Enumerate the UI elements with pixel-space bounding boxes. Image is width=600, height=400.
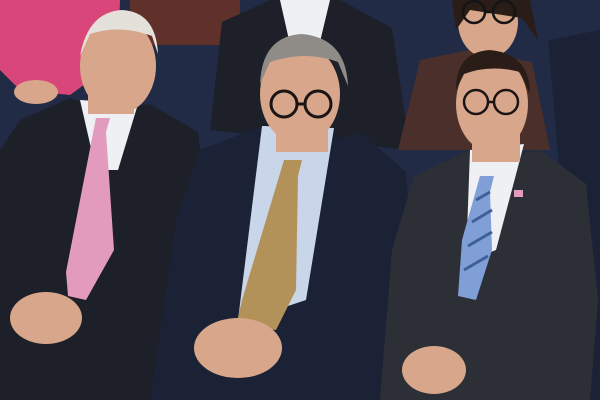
clasped-hands — [402, 346, 466, 394]
clasped-hands — [10, 292, 82, 344]
photo-scene — [0, 0, 600, 400]
photo — [0, 0, 600, 400]
hand — [14, 80, 58, 104]
folded-hands — [194, 318, 282, 378]
flag-pin-icon — [514, 190, 523, 197]
